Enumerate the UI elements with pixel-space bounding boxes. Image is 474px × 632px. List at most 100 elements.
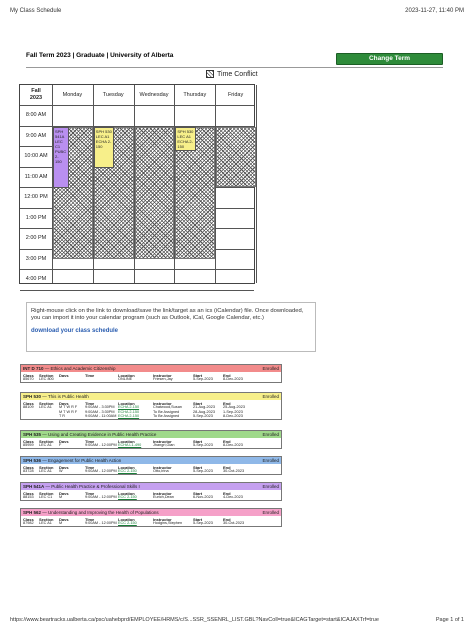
course-cell: 85959 bbox=[23, 443, 34, 447]
download-schedule-link[interactable]: download your class schedule bbox=[31, 328, 311, 334]
course-title[interactable]: SPH 530 — This is Public Health bbox=[23, 393, 89, 400]
course-row: T R 9:00AM - 11:00AM ECHA 2-150 To Be Assig… bbox=[21, 414, 281, 419]
time-label: 2:00 PM bbox=[25, 235, 47, 241]
course-cell: Jhangri,Gian bbox=[153, 443, 175, 447]
course-cell: 9:00AM - 12:00PM bbox=[85, 521, 117, 525]
course-int-d-710: INT D 710 — Ethics and Academic Citizens… bbox=[20, 364, 282, 383]
grid-vline bbox=[256, 85, 257, 283]
course-row: 87982 LEC A1 M 9:00AM - 12:00PM ECC 2-150 Hod… bbox=[21, 521, 281, 526]
location-link[interactable]: ECC 2-150 bbox=[118, 495, 153, 500]
course-cell: 85670 bbox=[23, 377, 34, 381]
course-row: 83728 LEC A1 W 9:00AM - 12:00PM ECC 2-150 Ott… bbox=[21, 469, 281, 474]
enrollment-status: Enrolled bbox=[262, 432, 279, 437]
course-title[interactable]: INT D 710 — Ethics and Academic Citizens… bbox=[23, 365, 116, 372]
location-link[interactable]: ECC 2-150 bbox=[118, 521, 153, 526]
grid-hline bbox=[20, 289, 254, 291]
course-cell: T R bbox=[59, 414, 66, 418]
course-cell bbox=[59, 377, 85, 382]
course-cell: LEC C1 bbox=[39, 495, 53, 499]
course-row: 88153 LEC C1 M 9:00AM - 12:00PM ECC 2-150 Eur… bbox=[21, 495, 281, 500]
location-link[interactable]: ECHA 2-150 bbox=[118, 414, 153, 419]
course-cell: W bbox=[59, 469, 63, 473]
course-cell: F bbox=[59, 443, 62, 447]
time-conflict-block bbox=[134, 126, 175, 259]
course-row: 85959 LEC A1 F 9:00AM - 12:00PM ECHA L1-490 J… bbox=[21, 443, 281, 448]
course-cell: Friesen,Jay bbox=[153, 377, 173, 381]
course-cell: 4-Dec-2023 bbox=[223, 495, 243, 499]
course-cell: 9:00AM - 12:00PM bbox=[85, 469, 117, 473]
class-block[interactable]: SPH 541A LEC C1 PUBC 2- 150 bbox=[53, 126, 70, 188]
calendar-download-text: Right-mouse click on the link to downloa… bbox=[31, 308, 304, 321]
course-cell: 88153 bbox=[23, 495, 34, 499]
course-title[interactable]: SPH 541A — Public Health Practice & Prof… bbox=[23, 483, 140, 490]
course-sph-541a: SPH 541A — Public Health Practice & Prof… bbox=[20, 482, 282, 501]
grid-hline bbox=[20, 269, 254, 270]
course-title[interactable]: SPH 562 — Understanding and Improving th… bbox=[23, 509, 159, 516]
course-cell: 9:00AM - 11:00AM bbox=[85, 414, 117, 418]
course-cell: M bbox=[59, 495, 63, 499]
print-header: My Class Schedule 2023-11-27, 11:40 PM bbox=[10, 8, 464, 18]
course-title[interactable]: SPH 536 — Engagement for Public Health A… bbox=[23, 457, 121, 464]
term-title: Fall Term 2023 | Graduate | University o… bbox=[26, 52, 174, 59]
course-row: 85670 LEC 800 ONLINE Friesen,Jay 5-Sep-2023 8… bbox=[21, 377, 281, 382]
time-label: 11:00 AM bbox=[24, 173, 48, 180]
enrollment-status: Enrolled bbox=[262, 394, 279, 399]
weekly-schedule-grid: Fall 2023 Monday Tuesday Wednesday Thursday Fr… bbox=[19, 84, 257, 291]
course-cell: 30-Oct-2023 bbox=[223, 521, 245, 525]
class-block[interactable]: SPH 530 LEC A1 ECHA 2- 150 bbox=[175, 126, 196, 151]
course-cell: 9:00AM - 12:00PM bbox=[85, 495, 117, 499]
location-link[interactable]: ECC 2-150 bbox=[118, 469, 153, 474]
course-cell: Eurich,Dean bbox=[153, 495, 174, 499]
enrollment-status: Enrolled bbox=[262, 510, 279, 515]
time-label: 4:00 PM bbox=[25, 276, 47, 282]
day-header-wednesday: Wednesday bbox=[139, 92, 169, 98]
course-cell bbox=[23, 414, 39, 419]
location-link[interactable]: ECHA L1-490 bbox=[118, 443, 153, 448]
print-title: My Class Schedule bbox=[10, 8, 62, 14]
course-cell: 5-Sep-2023 bbox=[193, 377, 213, 381]
course-cell: LEC A1 bbox=[39, 521, 52, 525]
course-cell: LEC A1 bbox=[39, 443, 52, 447]
course-sph-536: SPH 536 — Engagement for Public Health A… bbox=[20, 456, 282, 475]
term-label: Fall 2023 bbox=[29, 88, 43, 101]
course-cell: 8-Dec-2023 bbox=[223, 377, 243, 381]
grid-hline bbox=[20, 105, 254, 106]
course-cell: 87982 bbox=[23, 521, 34, 525]
course-cell: 5-Sep-2023 bbox=[193, 469, 213, 473]
course-cell: Hodgins,Stephen bbox=[153, 521, 183, 525]
course-cell: Otto,Irina bbox=[153, 469, 169, 473]
calendar-download-box: Right-mouse click on the link to downloa… bbox=[26, 302, 316, 352]
time-label: 10:00 AM bbox=[24, 153, 48, 159]
day-header-monday: Monday bbox=[62, 92, 83, 98]
course-sph-530: SPH 530 — This is Public Health Enrolled C… bbox=[20, 392, 282, 420]
time-label: 9:00 AM bbox=[25, 132, 47, 139]
course-cell: LEC A1 bbox=[39, 469, 52, 473]
time-label: 1:00 PM bbox=[25, 214, 47, 221]
divider bbox=[26, 67, 443, 68]
time-conflict-label: Time Conflict bbox=[217, 70, 258, 78]
course-cell bbox=[39, 414, 59, 419]
course-header: SPH 541A — Public Health Practice & Prof… bbox=[21, 483, 281, 490]
time-label: 8:00 AM bbox=[25, 112, 47, 118]
course-title[interactable]: SPH 535 — Using and Creating Evidence in… bbox=[23, 431, 156, 438]
time-label: 3:00 PM bbox=[25, 255, 47, 262]
course-cell: 5-Sep-2023 bbox=[193, 414, 213, 418]
change-term-button[interactable]: Change Term bbox=[336, 53, 443, 65]
print-datetime: 2023-11-27, 11:40 PM bbox=[405, 8, 464, 14]
print-url: https://www.beartracks.ualberta.ca/psc/u… bbox=[10, 617, 379, 623]
course-header: SPH 562 — Understanding and Improving th… bbox=[21, 509, 281, 516]
course-cell: 6-Nov-2023 bbox=[193, 495, 213, 499]
time-label: 12:00 PM bbox=[24, 194, 48, 200]
day-header-friday: Friday bbox=[227, 92, 244, 98]
course-cell: 83728 bbox=[23, 469, 34, 473]
course-cell: ONLINE bbox=[118, 377, 133, 381]
course-cell: To Be Assigned bbox=[153, 414, 180, 418]
course-cell: 5-Sep-2023 bbox=[193, 443, 213, 447]
course-header: SPH 536 — Engagement for Public Health A… bbox=[21, 457, 281, 464]
course-cell: 30-Oct-2023 bbox=[223, 469, 245, 473]
class-block[interactable]: SPH 530 LEC A1 ECHA 2- 150 bbox=[93, 126, 115, 168]
time-conflict-swatch-icon bbox=[206, 70, 214, 78]
print-page-number: Page 1 of 1 bbox=[435, 617, 464, 623]
enrollment-status: Enrolled bbox=[262, 484, 279, 489]
course-header: SPH 535 — Using and Creating Evidence in… bbox=[21, 431, 281, 438]
